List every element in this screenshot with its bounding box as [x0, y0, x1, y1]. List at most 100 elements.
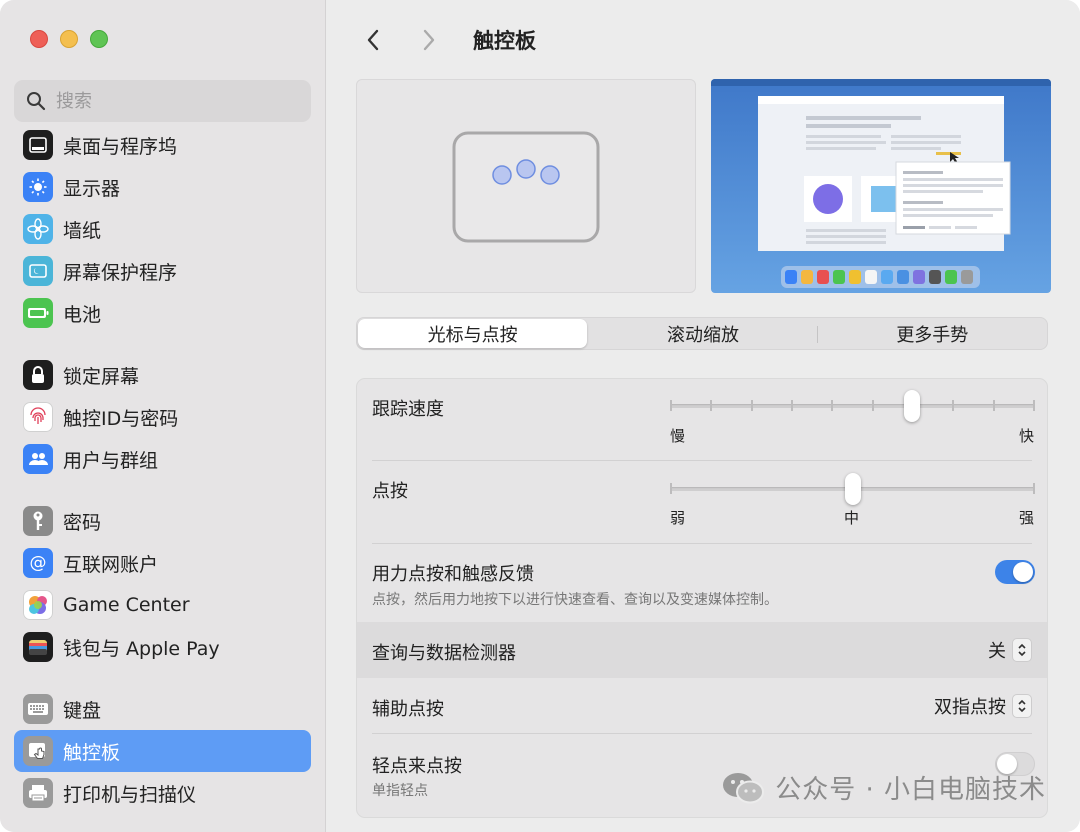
up-down-chevron-icon [1012, 694, 1032, 718]
sidebar-item-key[interactable]: 密码 [14, 500, 311, 542]
sidebar-item-printer[interactable]: 打印机与扫描仪 [14, 772, 311, 814]
tab-label: 更多手势 [896, 324, 969, 346]
settings-panel: 跟踪速度 慢 快 点按 弱 中 强 用力点按和触感反馈 点按，然后用力地按下以进… [356, 378, 1048, 818]
sidebar-item-label: 钱包与 Apple Pay [63, 637, 220, 660]
sidebar-item-fingerprint[interactable]: 触控ID与密码 [14, 396, 311, 438]
tab-label: 滚动缩放 [666, 324, 739, 346]
click-label: 点按 [372, 481, 408, 502]
sidebar-item-flower[interactable]: 墙纸 [14, 208, 311, 250]
tab-pointer-click[interactable]: 光标与点按 [358, 319, 588, 348]
tracking-speed-label: 跟踪速度 [372, 399, 444, 420]
battery-icon [23, 298, 53, 328]
sidebar-list: 桌面与程序坞 显示器 墙纸屏幕保护程序 电池锁定屏幕触控ID与密码 用户与群组密码 @ 互联… [14, 124, 311, 814]
sidebar-item-users[interactable]: 用户与群组 [14, 438, 311, 480]
slider-max-label: 强 [1019, 509, 1035, 527]
slider-tick [952, 400, 955, 411]
sidebar-item-game-center[interactable]: Game Center [14, 584, 311, 626]
sidebar-item-label: 打印机与扫描仪 [63, 783, 197, 806]
sidebar-item-at[interactable]: @ 互联网账户 [14, 542, 311, 584]
sidebar-item-keyboard[interactable]: 键盘 [14, 688, 311, 730]
sidebar-item-screensaver[interactable]: 屏幕保护程序 [14, 250, 311, 292]
click-row: 点按 弱 中 强 [357, 461, 1047, 544]
toolbar: 触控板 [355, 22, 536, 58]
slider-tick [831, 400, 834, 411]
lookup-row: 查询与数据检测器 关 [357, 622, 1047, 678]
sidebar-item-sun[interactable]: 显示器 [14, 166, 311, 208]
sidebar-item-label: 键盘 [63, 699, 102, 722]
click-pressure-slider[interactable] [670, 473, 1035, 505]
sidebar-item-battery[interactable]: 电池 [14, 292, 311, 334]
slider-min-label: 弱 [670, 509, 686, 527]
sidebar-item-lock[interactable]: 锁定屏幕 [14, 354, 311, 396]
lookup-label: 查询与数据检测器 [372, 643, 516, 664]
slider-max-label: 快 [1019, 427, 1035, 445]
sidebar-group-spacer [14, 668, 311, 688]
printer-icon [23, 778, 53, 808]
keyboard-icon [23, 694, 53, 724]
sun-icon [23, 172, 53, 202]
lock-icon [23, 360, 53, 390]
slider-tick [670, 400, 672, 411]
secondary-click-label: 辅助点按 [372, 699, 444, 720]
force-click-label: 用力点按和触感反馈 [372, 564, 534, 585]
sidebar-item-dock[interactable]: 桌面与程序坞 [14, 124, 311, 166]
tab-bar: 光标与点按 滚动缩放 更多手势 [356, 317, 1048, 350]
slider-min-label: 慢 [670, 427, 686, 445]
main-pane: 触控板 光标与点按 滚动缩放 更多手势 跟踪速度 慢 快 点按 弱 中 强 用力… [327, 0, 1080, 832]
zoom-button[interactable] [90, 30, 108, 48]
sidebar-item-label: 触控ID与密码 [63, 407, 179, 430]
secondary-click-row: 辅助点按 双指点按 [357, 678, 1047, 734]
chevron-right-icon [423, 29, 435, 51]
sidebar: 桌面与程序坞显示器墙纸屏幕保护程序电池锁定屏幕触控ID与密码用户与群组密码 @ 互联… [0, 0, 326, 832]
slider-tick [1033, 400, 1035, 411]
forward-button[interactable] [411, 22, 447, 58]
watermark: 公众号 · 小白电脑技术 [721, 769, 1046, 806]
wallet-icon [23, 632, 53, 662]
tab-more-gestures[interactable]: 更多手势 [818, 318, 1047, 349]
slider-tick [791, 400, 793, 411]
screensaver-icon [23, 256, 53, 286]
sidebar-item-trackpad[interactable]: 触控板 [14, 730, 311, 772]
slider-tick [1033, 483, 1035, 494]
users-icon [23, 444, 53, 474]
tracking-speed-row: 跟踪速度 慢 快 [357, 379, 1047, 461]
sidebar-item-label: Game Center [63, 594, 190, 616]
secondary-click-popup[interactable]: 双指点按 [934, 693, 1032, 719]
back-button[interactable] [355, 22, 391, 58]
trackpad-icon [23, 736, 53, 766]
page-title: 触控板 [473, 29, 536, 53]
slider-tick [670, 483, 672, 494]
search-field[interactable] [14, 80, 311, 122]
window-controls [30, 30, 108, 48]
sidebar-item-label: 电池 [63, 303, 102, 326]
flower-icon [23, 214, 53, 244]
wechat-icon [723, 772, 765, 803]
force-click-description: 点按，然后用力地按下以进行快速查看、查询以及变速媒体控制。 [372, 592, 778, 608]
sidebar-item-label: 互联网账户 [63, 553, 159, 576]
tab-scroll-zoom[interactable]: 滚动缩放 [588, 318, 818, 349]
minimize-button[interactable] [60, 30, 78, 48]
svg-text:@: @ [30, 553, 47, 573]
screen-preview [711, 79, 1051, 293]
at-icon: @ [23, 548, 53, 578]
sidebar-item-label: 屏幕保护程序 [63, 261, 178, 284]
close-button[interactable] [30, 30, 48, 48]
tracking-speed-slider[interactable] [670, 390, 1035, 422]
tab-label: 光标与点按 [427, 324, 518, 346]
search-icon [27, 92, 46, 111]
slider-thumb[interactable] [904, 390, 921, 422]
force-click-row: 用力点按和触感反馈 点按，然后用力地按下以进行快速查看、查询以及变速媒体控制。 [357, 544, 1047, 622]
settings-window: 桌面与程序坞显示器墙纸屏幕保护程序电池锁定屏幕触控ID与密码用户与群组密码 @ 互联… [0, 0, 1080, 832]
lookup-popup[interactable]: 关 [988, 637, 1032, 663]
sidebar-item-label: 触控板 [63, 741, 121, 764]
force-click-toggle[interactable] [995, 560, 1035, 584]
gesture-preview [356, 79, 696, 293]
sidebar-group-spacer [14, 334, 311, 354]
sidebar-item-label: 用户与群组 [63, 449, 159, 472]
slider-thumb[interactable] [844, 473, 861, 505]
sidebar-item-wallet[interactable]: 钱包与 Apple Pay [14, 626, 311, 668]
fingerprint-icon [23, 402, 53, 432]
search-input[interactable] [56, 90, 286, 112]
game-center-icon [23, 590, 53, 620]
slider-tick [750, 400, 753, 411]
